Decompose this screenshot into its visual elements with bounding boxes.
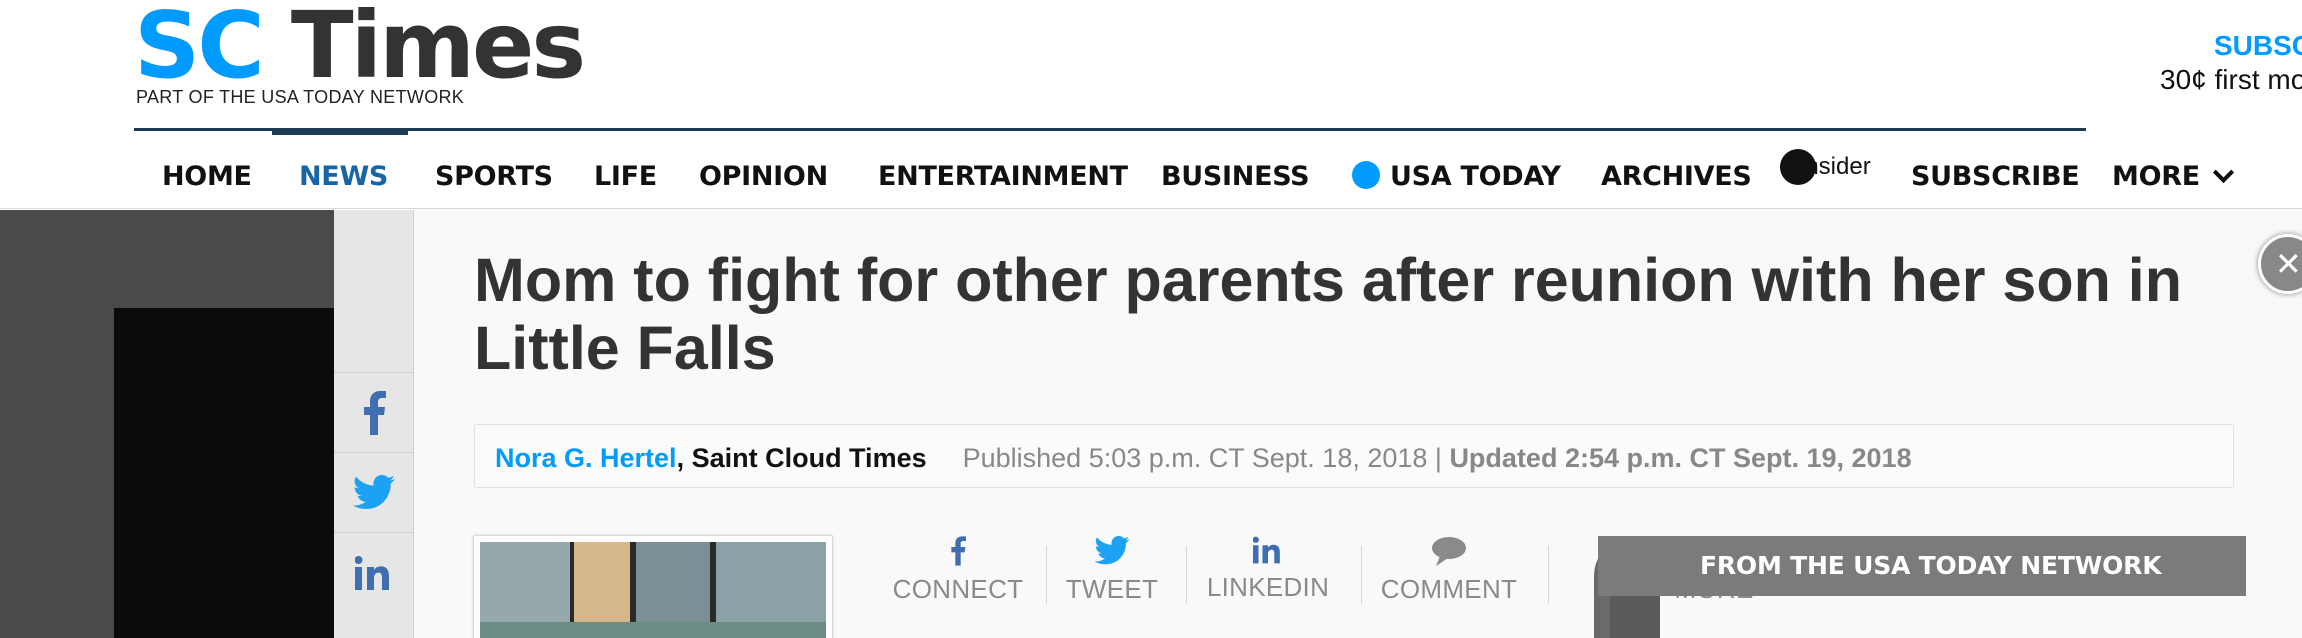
network-banner-label: FROM THE USA TODAY NETWORK <box>1700 551 2162 580</box>
twitter-icon <box>1094 536 1130 565</box>
byline-box: Nora G. Hertel, Saint Cloud Times Publish… <box>474 424 2234 488</box>
linkedin-icon <box>1253 536 1280 564</box>
share-divider <box>1548 546 1549 604</box>
linkedin-icon <box>355 555 389 590</box>
nav-item-business[interactable]: BUSINESS <box>1161 161 1310 192</box>
nav-item-subscribe[interactable]: SUBSCRIBE <box>1911 161 2080 192</box>
share-comment-label: COMMENT <box>1380 574 1518 604</box>
article-panel: Mom to fight for other parents after reu… <box>414 210 2302 638</box>
logo-times: Times <box>290 0 586 99</box>
facebook-icon <box>364 390 386 435</box>
usa-today-dot-icon <box>1352 161 1380 189</box>
nav-item-more[interactable]: MORE <box>2112 161 2234 192</box>
rail-facebook-button[interactable] <box>334 372 414 452</box>
share-rail <box>334 210 414 638</box>
updated-date: Updated 2:54 p.m. CT Sept. 19, 2018 <box>1449 443 1912 473</box>
nav-item-more-label: MORE <box>2112 161 2200 192</box>
nav-item-archives[interactable]: ARCHIVES <box>1601 161 1752 192</box>
share-linkedin-button[interactable]: LINKEDIN <box>1200 536 1336 626</box>
logo-wordmark[interactable]: SC Times <box>134 0 586 92</box>
twitter-icon <box>353 474 395 509</box>
rail-linkedin-button[interactable] <box>334 532 414 612</box>
nav-item-home[interactable]: HOME <box>162 161 252 192</box>
site-header: SC Times PART OF THE USA TODAY NETWORK S… <box>0 0 2302 128</box>
network-banner-shadow <box>1610 596 1660 638</box>
insider-label: insider <box>1800 153 1871 180</box>
thumbnail-image <box>480 542 826 638</box>
byline: Nora G. Hertel, Saint Cloud Times Publish… <box>495 443 1912 474</box>
nav-active-indicator <box>272 131 408 135</box>
nav-item-usa-today-label: USA TODAY <box>1390 161 1561 192</box>
close-icon: ✕ <box>2275 245 2302 283</box>
share-linkedin-label: LINKEDIN <box>1206 572 1330 602</box>
share-divider <box>1046 546 1047 604</box>
page: SC Times PART OF THE USA TODAY NETWORK S… <box>0 0 2302 638</box>
facebook-icon <box>951 536 966 566</box>
share-connect-button[interactable]: CONNECT <box>888 536 1028 626</box>
subscribe-link[interactable]: SUBSC <box>2214 30 2302 62</box>
logo-sc: SC <box>134 0 265 99</box>
author-link[interactable]: Nora G. Hertel <box>495 443 677 473</box>
nav-item-entertainment[interactable]: ENTERTAINMENT <box>878 161 1128 192</box>
main-nav: HOME NEWS SPORTS LIFE OPINION ENTERTAINM… <box>0 131 2302 209</box>
share-connect-label: CONNECT <box>892 574 1024 604</box>
published-date: Published 5:03 p.m. CT Sept. 18, 2018 | <box>962 443 1450 473</box>
nav-item-news[interactable]: NEWS <box>299 161 388 192</box>
nav-item-life[interactable]: LIFE <box>594 161 657 192</box>
subscribe-price[interactable]: 30¢ first mo <box>2160 64 2302 96</box>
nav-item-usa-today[interactable]: USA TODAY <box>1352 161 1561 192</box>
nav-item-sports[interactable]: SPORTS <box>435 161 553 192</box>
rail-twitter-button[interactable] <box>334 452 414 532</box>
share-divider <box>1186 546 1187 604</box>
chevron-down-icon <box>2212 161 2234 184</box>
site-logo[interactable]: SC Times PART OF THE USA TODAY NETWORK <box>134 0 586 107</box>
nav-item-insider[interactable]: insider <box>1780 149 1871 185</box>
logo-tagline: PART OF THE USA TODAY NETWORK <box>136 87 465 107</box>
share-tweet-label: TWEET <box>1065 574 1159 604</box>
usa-today-network-banner[interactable]: FROM THE USA TODAY NETWORK <box>1598 536 2246 596</box>
share-divider <box>1361 546 1362 604</box>
article-thumbnail[interactable] <box>474 536 832 638</box>
share-comment-button[interactable]: COMMENT <box>1374 536 1524 626</box>
background-media <box>114 308 334 638</box>
byline-org: , Saint Cloud Times <box>676 443 927 473</box>
article-headline: Mom to fight for other parents after reu… <box>474 246 2182 382</box>
share-tweet-button[interactable]: TWEET <box>1060 536 1164 626</box>
nav-item-opinion[interactable]: OPINION <box>699 161 828 192</box>
comment-icon <box>1432 537 1466 566</box>
